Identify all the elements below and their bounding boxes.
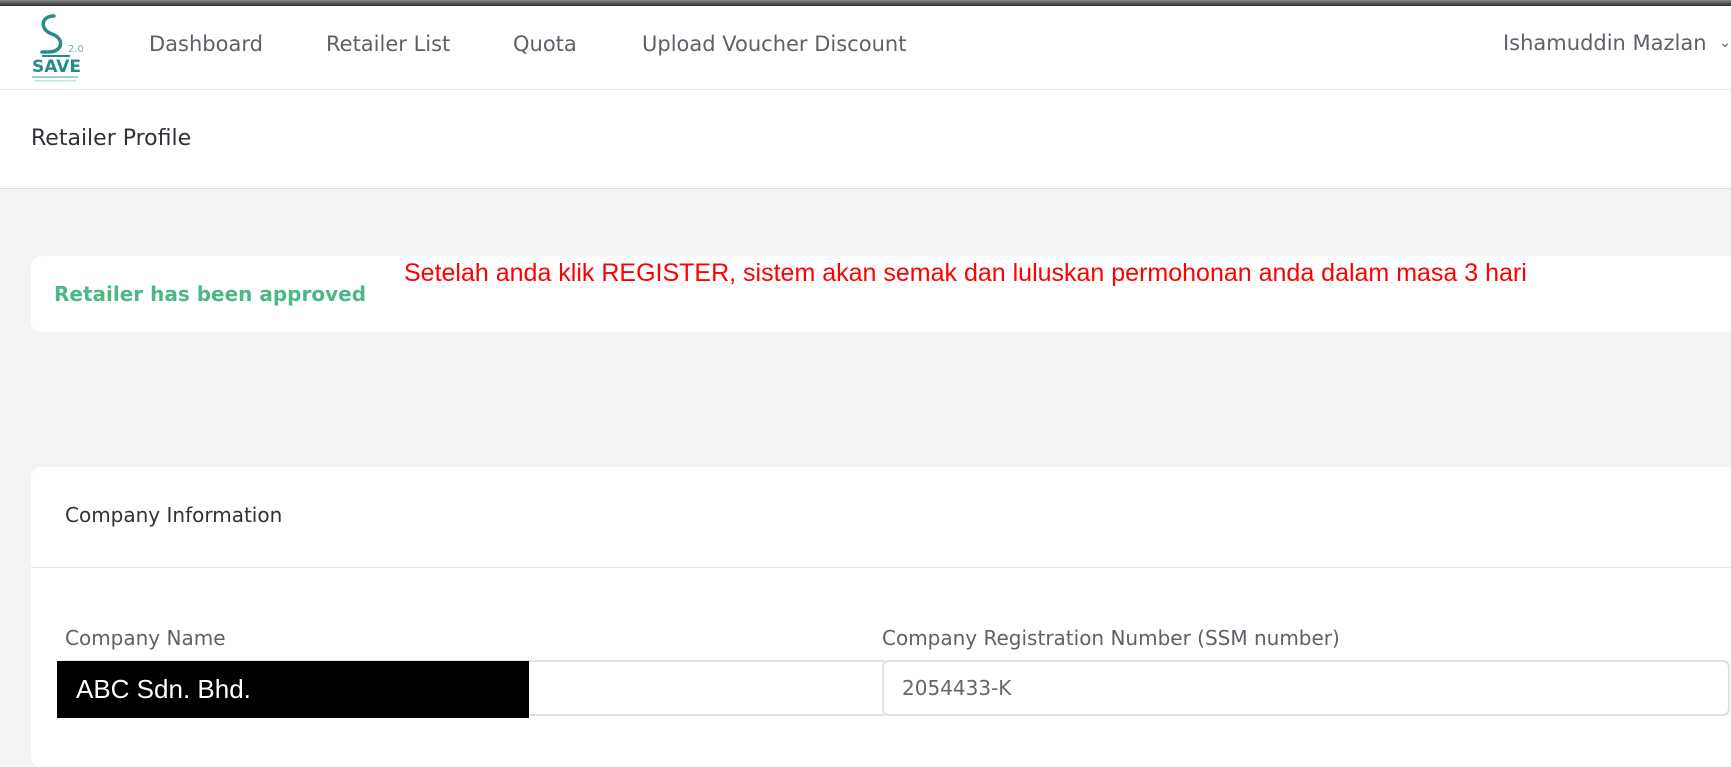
company-information-card: Company Information Company Name Company… bbox=[31, 467, 1731, 767]
company-reg-number-label: Company Registration Number (SSM number) bbox=[882, 626, 1340, 650]
company-reg-number-input[interactable]: 2054433-K bbox=[882, 660, 1730, 716]
page-title: Retailer Profile bbox=[31, 126, 192, 151]
top-navbar: 2.0 SAVE Dashboard Retailer List Quota U… bbox=[0, 6, 1731, 90]
user-menu[interactable]: Ishamuddin Mazlan ⌄ bbox=[1503, 31, 1731, 55]
nav-retailer-list[interactable]: Retailer List bbox=[326, 32, 450, 56]
card-header: Company Information bbox=[31, 467, 1731, 568]
company-name-label: Company Name bbox=[65, 626, 226, 650]
page-header: Retailer Profile bbox=[0, 90, 1731, 189]
company-name-value: ABC Sdn. Bhd. bbox=[57, 661, 529, 718]
logo-text: SAVE bbox=[32, 57, 81, 77]
company-information-title: Company Information bbox=[65, 503, 283, 527]
nav-quota[interactable]: Quota bbox=[513, 32, 577, 56]
nav-upload-voucher-discount[interactable]: Upload Voucher Discount bbox=[642, 32, 906, 56]
nav-dashboard[interactable]: Dashboard bbox=[149, 32, 263, 56]
approval-status-text: Retailer has been approved bbox=[54, 282, 367, 306]
logo-version: 2.0 bbox=[68, 44, 84, 55]
instruction-annotation: Setelah anda klik REGISTER, sistem akan … bbox=[404, 259, 1527, 287]
save-logo-icon[interactable]: 2.0 SAVE bbox=[30, 10, 92, 84]
chevron-down-icon: ⌄ bbox=[1719, 35, 1731, 51]
user-name: Ishamuddin Mazlan bbox=[1502, 31, 1707, 55]
